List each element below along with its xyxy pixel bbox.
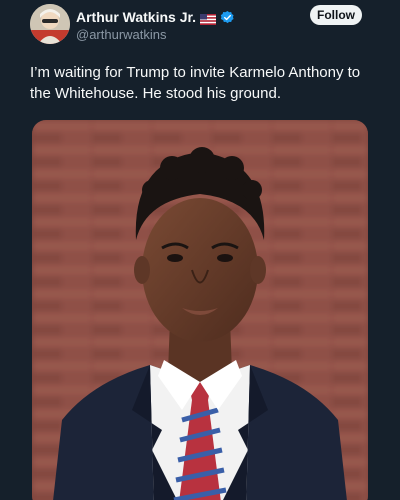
us-flag-icon xyxy=(200,12,217,25)
tweet-card: Arthur Watkins Jr. @arthurwatkins Follow… xyxy=(0,0,400,500)
name-block: Arthur Watkins Jr. @arthurwatkins xyxy=(76,8,235,42)
avatar[interactable] xyxy=(30,4,70,44)
display-name[interactable]: Arthur Watkins Jr. xyxy=(76,9,196,25)
follow-button[interactable]: Follow xyxy=(310,5,362,25)
tweet-text: I’m waiting for Trump to invite Karmelo … xyxy=(30,64,361,102)
verified-badge-icon xyxy=(220,10,235,25)
tweet-header: Arthur Watkins Jr. @arthurwatkins Follow xyxy=(30,4,370,44)
name-row: Arthur Watkins Jr. xyxy=(76,8,235,26)
tweet-photo[interactable] xyxy=(32,120,368,500)
user-handle[interactable]: @arthurwatkins xyxy=(76,27,235,42)
